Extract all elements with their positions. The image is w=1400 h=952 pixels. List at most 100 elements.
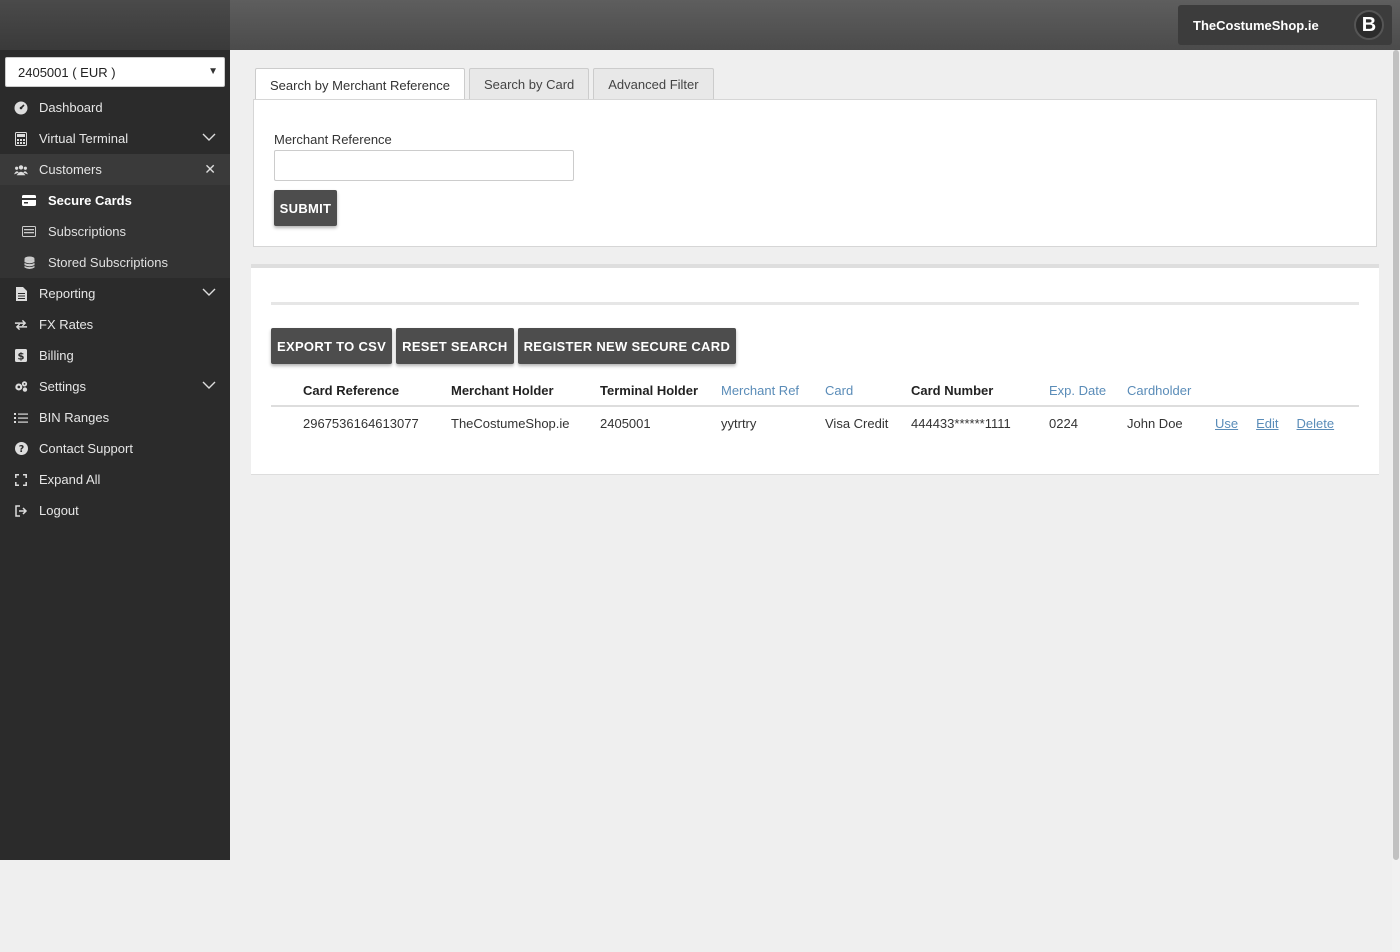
column-header-card[interactable]: Card	[825, 376, 911, 407]
top-bar: TheCostumeShop.ie B	[0, 0, 1400, 50]
merchant-name: TheCostumeShop.ie	[1193, 17, 1319, 33]
chevron-down-icon[interactable]	[202, 380, 216, 390]
cell-cardholder: John Doe	[1127, 416, 1183, 431]
card-list-icon	[22, 225, 36, 239]
dollar-icon: $	[14, 349, 28, 363]
sidebar-item-label: Contact Support	[39, 441, 133, 456]
cell-card-reference: 2967536164613077	[303, 416, 419, 431]
page-scrollbar[interactable]	[1392, 50, 1400, 950]
edit-link[interactable]: Edit	[1256, 416, 1278, 431]
table-row: 2967536164613077 TheCostumeShop.ie 24050…	[271, 406, 1359, 440]
results-actions: EXPORT TO CSV RESET SEARCH REGISTER NEW …	[271, 328, 740, 364]
use-link[interactable]: Use	[1215, 416, 1238, 431]
register-secure-card-button[interactable]: REGISTER NEW SECURE CARD	[517, 328, 737, 364]
divider	[271, 302, 1359, 305]
file-icon	[14, 286, 28, 301]
merchant-reference-input[interactable]	[274, 150, 574, 181]
sidebar-subitem-label: Subscriptions	[48, 224, 127, 239]
sidebar-item-customers[interactable]: Customers ✕	[0, 154, 230, 185]
calculator-icon	[14, 131, 28, 146]
export-csv-button[interactable]: EXPORT TO CSV	[271, 328, 393, 364]
chevron-down-icon[interactable]	[202, 132, 216, 142]
sidebar-item-label: Logout	[39, 503, 79, 518]
sidebar-item-expand-all[interactable]: Expand All	[0, 464, 230, 495]
sidebar: 2405001 ( EUR ) ▼ Dashboard Virtual Term…	[0, 50, 230, 860]
chevron-down-icon[interactable]	[202, 287, 216, 297]
sidebar-subitem-secure-cards[interactable]: Secure Cards	[0, 185, 230, 216]
sidebar-item-label: Settings	[39, 379, 86, 394]
database-icon	[22, 256, 36, 270]
sign-out-icon	[14, 504, 28, 518]
column-header-card-number: Card Number	[911, 376, 1049, 407]
results-panel: EXPORT TO CSV RESET SEARCH REGISTER NEW …	[251, 264, 1379, 475]
secure-cards-table: Card Reference Merchant Holder Terminal …	[271, 376, 1359, 440]
exchange-icon	[14, 318, 28, 332]
credit-card-icon	[22, 194, 36, 208]
submit-button[interactable]: SUBMIT	[274, 190, 337, 226]
sidebar-item-fx-rates[interactable]: FX Rates	[0, 309, 230, 340]
sidebar-item-reporting[interactable]: Reporting	[0, 278, 230, 309]
column-header-actions	[1215, 376, 1359, 407]
column-header-exp-date[interactable]: Exp. Date	[1049, 376, 1127, 407]
sidebar-item-logout[interactable]: Logout	[0, 495, 230, 526]
terminal-select-value: 2405001 ( EUR )	[18, 64, 116, 80]
merchant-reference-label: Merchant Reference	[274, 132, 392, 147]
cell-exp-date: 0224	[1049, 416, 1078, 431]
cell-card: Visa Credit	[825, 416, 889, 431]
collapse-close-icon[interactable]: ✕	[204, 161, 216, 178]
users-icon	[14, 163, 28, 177]
sidebar-subitem-subscriptions[interactable]: Subscriptions	[0, 216, 230, 247]
caret-down-icon: ▼	[208, 66, 218, 77]
column-header-spacer	[271, 376, 303, 407]
sidebar-item-label: BIN Ranges	[39, 410, 110, 425]
tab-search-by-merchant-reference[interactable]: Search by Merchant Reference	[255, 68, 465, 101]
sidebar-item-label: Reporting	[39, 286, 96, 301]
expand-icon	[14, 473, 28, 487]
gears-icon	[14, 380, 28, 394]
sidebar-item-label: Billing	[39, 348, 74, 363]
table-header-row: Card Reference Merchant Holder Terminal …	[271, 376, 1359, 407]
cell-terminal-holder: 2405001	[600, 416, 651, 431]
sidebar-item-label: Virtual Terminal	[39, 131, 129, 146]
gauge-icon	[14, 101, 28, 115]
sidebar-subitem-stored-subscriptions[interactable]: Stored Subscriptions	[0, 247, 230, 278]
list-icon	[14, 411, 28, 425]
sidebar-item-label: Expand All	[39, 472, 101, 487]
sidebar-item-billing[interactable]: $ Billing	[0, 340, 230, 371]
column-header-terminal-holder: Terminal Holder	[600, 376, 721, 407]
top-bar-logo-area	[0, 0, 230, 50]
tab-advanced-filter[interactable]: Advanced Filter	[593, 68, 714, 100]
column-header-card-reference: Card Reference	[303, 376, 451, 407]
merchant-account-menu[interactable]: TheCostumeShop.ie B	[1178, 5, 1392, 45]
cell-merchant-ref: yytrtry	[721, 416, 757, 431]
sidebar-item-settings[interactable]: Settings	[0, 371, 230, 402]
search-tabs: Search by Merchant Reference Search by C…	[255, 68, 718, 101]
sidebar-item-dashboard[interactable]: Dashboard	[0, 92, 230, 123]
sidebar-nav: Dashboard Virtual Terminal Customers ✕ S…	[0, 92, 230, 526]
cell-actions: Use Edit Delete	[1215, 406, 1359, 440]
sidebar-item-label: Dashboard	[39, 100, 103, 115]
scrollbar-thumb[interactable]	[1393, 50, 1399, 860]
column-header-merchant-holder: Merchant Holder	[451, 376, 600, 407]
sidebar-item-label: FX Rates	[39, 317, 94, 332]
sidebar-item-label: Customers	[39, 162, 102, 177]
svg-text:?: ?	[18, 444, 24, 455]
column-header-cardholder[interactable]: Cardholder	[1127, 376, 1215, 407]
search-panel: Merchant Reference SUBMIT	[253, 99, 1377, 247]
user-avatar[interactable]: B	[1354, 10, 1384, 40]
reset-search-button[interactable]: RESET SEARCH	[396, 328, 514, 364]
question-icon: ?	[14, 442, 28, 456]
svg-text:$: $	[18, 352, 25, 363]
sidebar-item-contact-support[interactable]: ? Contact Support	[0, 433, 230, 464]
tab-search-by-card[interactable]: Search by Card	[468, 68, 590, 100]
sidebar-subitem-label: Stored Subscriptions	[48, 255, 168, 270]
row-spacer	[271, 406, 303, 440]
cell-card-number: 444433******1111	[911, 416, 1011, 431]
sidebar-subitem-label: Secure Cards	[48, 193, 132, 208]
cell-merchant-holder: TheCostumeShop.ie	[451, 416, 570, 431]
delete-link[interactable]: Delete	[1297, 416, 1335, 431]
terminal-select[interactable]: 2405001 ( EUR ) ▼	[5, 57, 225, 87]
sidebar-item-bin-ranges[interactable]: BIN Ranges	[0, 402, 230, 433]
sidebar-item-virtual-terminal[interactable]: Virtual Terminal	[0, 123, 230, 154]
column-header-merchant-ref[interactable]: Merchant Ref	[721, 376, 825, 407]
